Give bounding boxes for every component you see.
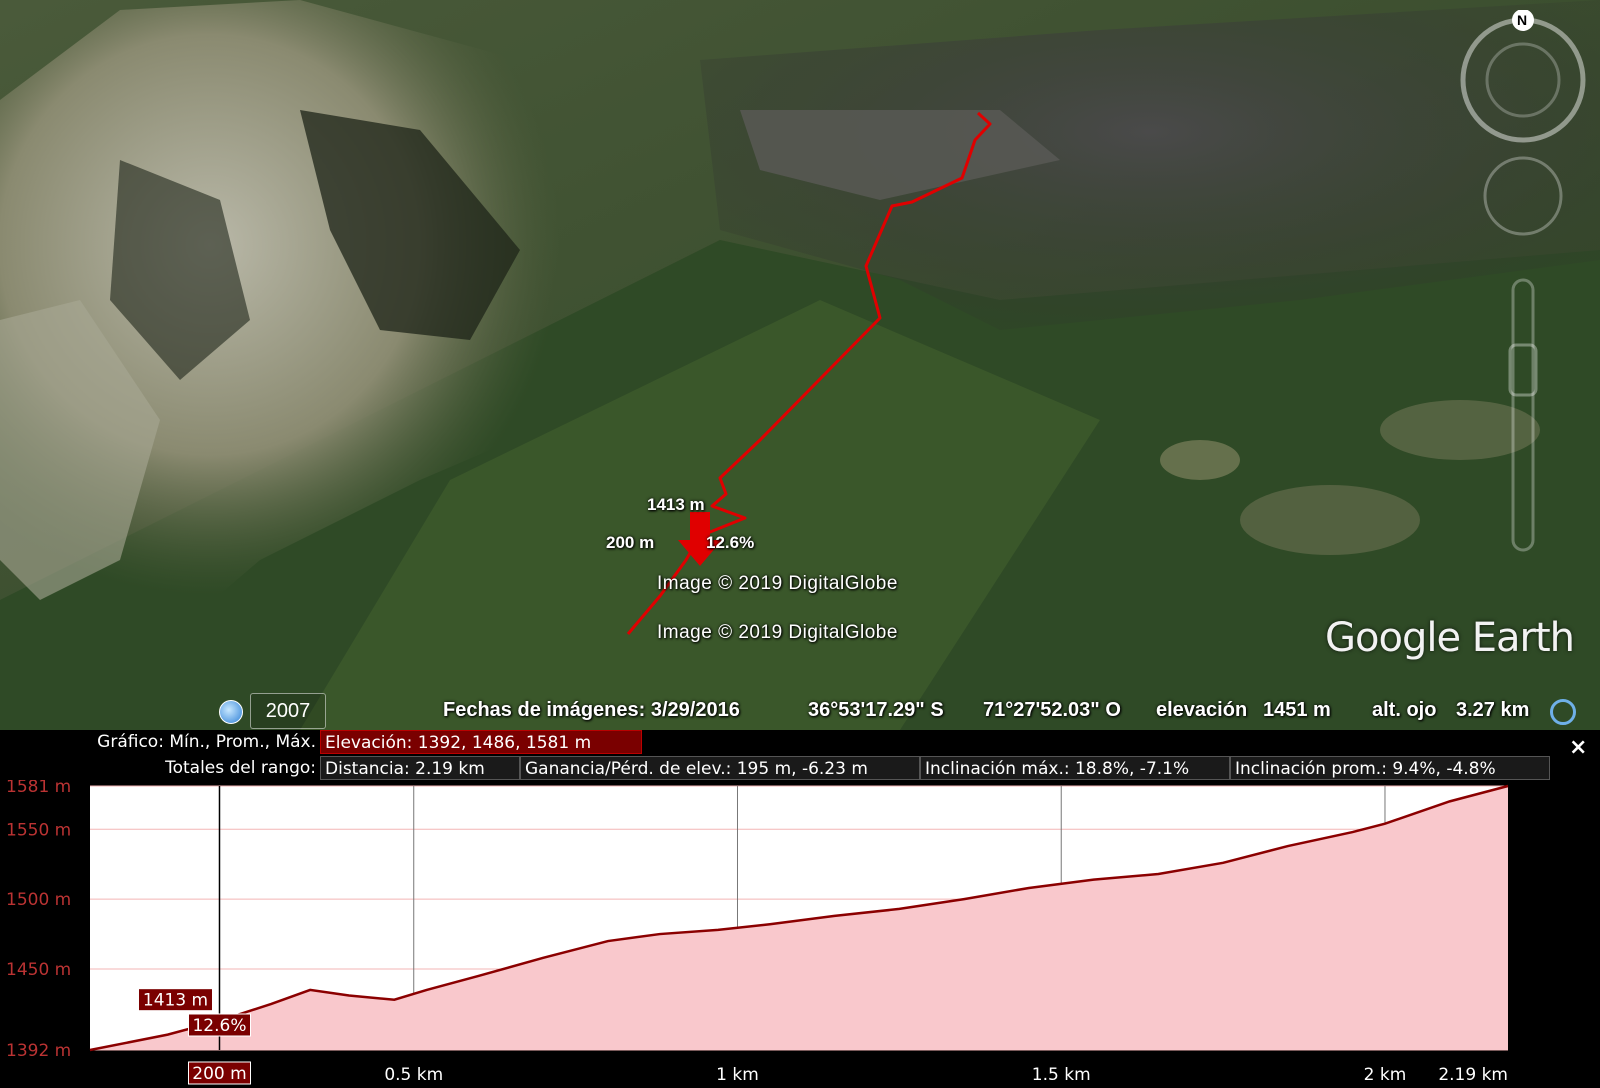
imagery-copyright: Image © 2019 DigitalGlobe [657,573,898,594]
compass-north-label: N [1517,12,1528,28]
latitude-readout: 36°53'17.29" S [808,699,944,721]
graph-row: Gráfico: Mín., Prom., Máx. Elevación: 13… [0,730,1600,756]
map-slope-marker: 12.6% [706,533,755,552]
eye-altitude-label: alt. ojo [1372,699,1437,721]
y-axis-ticks: 1581 m 1550 m 1500 m 1450 m 1392 m [6,780,71,1061]
elevation-readout: 1451 m [1263,699,1331,721]
map-view[interactable]: 1413 m 200 m 12.6% Image © 2019 DigitalG… [0,0,1600,730]
y-tick-label: 1581 m [6,780,71,797]
x-tick-label: 2 km [1364,1065,1407,1085]
x-tick-label: 2.19 km [1438,1065,1508,1085]
x-tick-label: 0.5 km [384,1065,443,1085]
imagery-copyright-secondary: Image © 2019 DigitalGlobe [657,622,898,643]
elevation-label: elevación [1156,699,1248,721]
cursor-slope-label: 12.6% [192,1016,246,1036]
google-earth-logo: Google Earth [1325,615,1575,661]
graph-elevation-selector[interactable]: Elevación: 1392, 1486, 1581 m [320,730,642,754]
avg-slope: Inclinación prom.: 9.4%, -4.8% [1230,756,1550,780]
cursor-distance-label: 200 m [192,1064,246,1084]
max-slope: Inclinación máx.: 18.8%, -7.1% [920,756,1230,780]
status-bar: Fechas de imágenes: 3/29/2016 36°53'17.2… [0,695,1600,729]
totals-row: Totales del rango: Distancia: 2.19 km Ga… [0,756,1600,782]
zoom-slider-icon[interactable] [1508,278,1538,552]
map-elevation-marker: 1413 m [647,495,705,514]
close-panel-button[interactable]: × [1569,735,1587,760]
longitude-readout: 71°27'52.03" O [983,699,1121,721]
x-tick-label: 1 km [716,1065,759,1085]
y-tick-label: 1392 m [6,1041,71,1061]
total-gain-loss: Ganancia/Pérd. de elev.: 195 m, -6.23 m [520,756,920,780]
cursor-elevation-label: 1413 m [143,991,208,1011]
loading-globe-icon [1550,699,1576,725]
eye-altitude-readout: 3.27 km [1456,699,1530,721]
look-joystick-icon[interactable] [1483,156,1563,236]
x-tick-label: 1.5 km [1032,1065,1091,1085]
graph-label: Gráfico: Mín., Prom., Máx. [97,732,316,752]
totals-label: Totales del rango: [165,758,316,778]
x-axis-ticks: 0.5 km 1 km 1.5 km 2 km 2.19 km [384,1065,1508,1085]
navigation-controls[interactable]: N [1458,9,1588,570]
total-distance: Distancia: 2.19 km [320,756,520,780]
map-distance-marker: 200 m [606,533,655,552]
y-tick-label: 1550 m [6,820,71,840]
y-tick-label: 1450 m [6,960,71,980]
y-tick-label: 1500 m [6,890,71,910]
imagery-date: Fechas de imágenes: 3/29/2016 [443,699,740,721]
elevation-chart[interactable]: 1581 m 1550 m 1500 m 1450 m 1392 m 0.5 km 1 k… [0,780,1600,1088]
compass-ring-icon[interactable] [1460,9,1586,143]
